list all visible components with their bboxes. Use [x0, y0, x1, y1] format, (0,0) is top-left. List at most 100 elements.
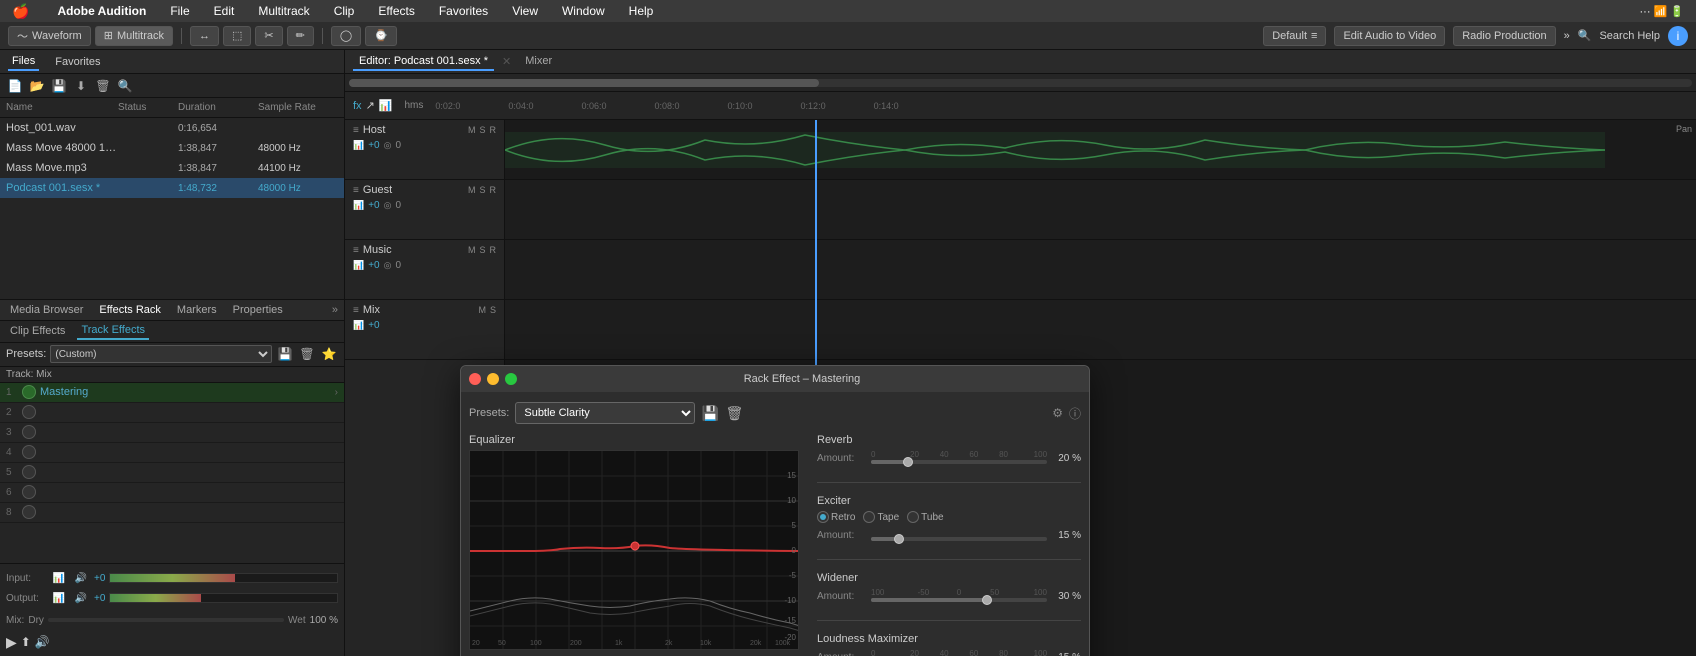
radio-retro-dot[interactable]	[817, 511, 829, 523]
tab-mixer[interactable]: Mixer	[519, 53, 558, 71]
radio-tube[interactable]: Tube	[907, 511, 943, 523]
tab-editor[interactable]: Editor: Podcast 001.sesx *	[353, 53, 494, 71]
radio-production-btn[interactable]: Radio Production	[1453, 26, 1555, 46]
menu-view[interactable]: View	[508, 2, 542, 20]
draw-btn[interactable]: ◯	[331, 26, 361, 46]
tab-files[interactable]: Files	[8, 53, 39, 71]
menu-effects[interactable]: Effects	[374, 2, 418, 20]
h-scrollbar[interactable]	[349, 79, 1692, 87]
guest-solo-btn[interactable]: S	[479, 185, 485, 195]
delete-btn[interactable]: 🗑	[94, 77, 112, 95]
modal-close-btn[interactable]	[469, 373, 481, 385]
save-preset-btn[interactable]: 💾	[701, 404, 719, 422]
track-item-8[interactable]: 8	[0, 503, 344, 523]
export-icon[interactable]: ⬆	[21, 635, 31, 649]
delete-preset-btn[interactable]: 🗑	[725, 404, 743, 422]
music-arm-btn[interactable]: R	[490, 245, 497, 255]
import-btn[interactable]: ⬇	[72, 77, 90, 95]
track-item-2[interactable]: 2	[0, 403, 344, 423]
presets-dropdown[interactable]: Subtle Clarity	[515, 402, 695, 424]
host-waveform[interactable]	[505, 120, 1696, 179]
menu-edit[interactable]: Edit	[210, 2, 239, 20]
track-item-mastering[interactable]: 1 Mastering ›	[0, 383, 344, 403]
menu-file[interactable]: File	[166, 2, 193, 20]
reverb-slider[interactable]	[871, 460, 1047, 464]
mix-mute-btn[interactable]: M	[478, 305, 486, 315]
radio-tape[interactable]: Tape	[863, 511, 899, 523]
power-btn[interactable]	[22, 405, 36, 419]
input-vol-icon[interactable]: 🔊	[72, 569, 90, 587]
mix-slider[interactable]	[48, 618, 284, 622]
help-icon[interactable]: ⓘ	[1069, 405, 1081, 422]
host-arm-btn[interactable]: R	[490, 125, 497, 135]
select-tool-btn[interactable]: ⬚	[223, 26, 251, 46]
menu-favorites[interactable]: Favorites	[435, 2, 492, 20]
power-btn[interactable]	[22, 425, 36, 439]
guest-mute-btn[interactable]: M	[468, 185, 476, 195]
eq-canvas[interactable]: 15 10 5 0 -5 -10 -15 -20 20 50	[469, 450, 799, 650]
tab-track-effects[interactable]: Track Effects	[77, 322, 149, 340]
fx-icon[interactable]: fx	[353, 100, 362, 112]
search-icon[interactable]: 🔍	[1578, 29, 1592, 42]
workspace-btn[interactable]: Default ≡	[1263, 26, 1326, 46]
tab-effects-rack[interactable]: Effects Rack	[95, 302, 165, 318]
razor-tool-btn[interactable]: ✂	[255, 26, 282, 46]
search-files-btn[interactable]: 🔍	[116, 77, 134, 95]
settings-icon[interactable]: ⚙	[1052, 406, 1063, 420]
power-btn[interactable]	[22, 385, 36, 399]
track-expand-icon[interactable]: ≡	[353, 185, 359, 196]
presets-select[interactable]: (Custom)	[50, 345, 272, 363]
widener-slider[interactable]	[871, 598, 1047, 602]
meters-icon[interactable]: 📊	[379, 99, 393, 112]
host-solo-btn[interactable]: S	[479, 125, 485, 135]
reverb-slider-container[interactable]: 0 20 40 60 80 100	[871, 450, 1047, 466]
move-tool-btn[interactable]: ↔	[190, 26, 219, 46]
tab-clip-effects[interactable]: Clip Effects	[6, 323, 69, 339]
delete-preset-btn[interactable]: 🗑	[298, 345, 316, 363]
output-vol-icon[interactable]: 🔊	[72, 589, 90, 607]
open-file-btn[interactable]: 📂	[28, 77, 46, 95]
track-item-6[interactable]: 6	[0, 483, 344, 503]
send-icon[interactable]: ↗	[366, 99, 375, 112]
toolbar-chevron[interactable]: »	[1564, 30, 1570, 42]
save-preset-btn[interactable]: 💾	[276, 345, 294, 363]
multitrack-mode-btn[interactable]: ⊞ Multitrack	[95, 26, 173, 46]
exciter-slider[interactable]	[871, 537, 1047, 541]
host-mute-btn[interactable]: M	[468, 125, 476, 135]
track-expand-icon[interactable]: ≡	[353, 245, 359, 256]
apple-menu[interactable]: 🍎	[8, 1, 33, 22]
expand-btn[interactable]: »	[332, 304, 338, 316]
star-preset-btn[interactable]: ⭐	[320, 345, 338, 363]
edit-audio-video-btn[interactable]: Edit Audio to Video	[1334, 26, 1445, 46]
pen-tool-btn[interactable]: ✏	[287, 26, 314, 46]
tab-properties[interactable]: Properties	[229, 302, 287, 318]
radio-tape-dot[interactable]	[863, 511, 875, 523]
tab-markers[interactable]: Markers	[173, 302, 221, 318]
mix-solo-btn[interactable]: S	[490, 305, 496, 315]
file-item-active[interactable]: Podcast 001.sesx * 1:48,732 48000 Hz	[0, 178, 344, 198]
reverb-thumb[interactable]	[903, 457, 913, 467]
search-help-label[interactable]: Search Help	[1599, 30, 1660, 42]
menu-help[interactable]: Help	[625, 2, 658, 20]
music-solo-btn[interactable]: S	[479, 245, 485, 255]
waveform-mode-btn[interactable]: 〜 Waveform	[8, 26, 91, 46]
track-expand-icon[interactable]: ≡	[353, 125, 359, 136]
track-item-3[interactable]: 3	[0, 423, 344, 443]
radio-retro[interactable]: Retro	[817, 511, 855, 523]
menu-window[interactable]: Window	[558, 2, 609, 20]
info-icon[interactable]: i	[1668, 26, 1688, 46]
scroll-thumb[interactable]	[349, 79, 819, 87]
scroll-area[interactable]	[345, 74, 1696, 92]
track-item-5[interactable]: 5	[0, 463, 344, 483]
file-item[interactable]: Mass Move 48000 1.wav 1:38,847 48000 Hz	[0, 138, 344, 158]
widener-slider-container[interactable]: 100 -50 0 50 100	[871, 588, 1047, 604]
track-expand-icon[interactable]: ≡	[353, 305, 359, 316]
menu-clip[interactable]: Clip	[330, 2, 359, 20]
power-btn[interactable]	[22, 445, 36, 459]
file-item[interactable]: Host_001.wav 0:16,654	[0, 118, 344, 138]
modal-minimize-btn[interactable]	[487, 373, 499, 385]
time-btn[interactable]: ⌚	[365, 26, 397, 46]
exciter-thumb[interactable]	[894, 534, 904, 544]
new-file-btn[interactable]: 📄	[6, 77, 24, 95]
radio-tube-dot[interactable]	[907, 511, 919, 523]
